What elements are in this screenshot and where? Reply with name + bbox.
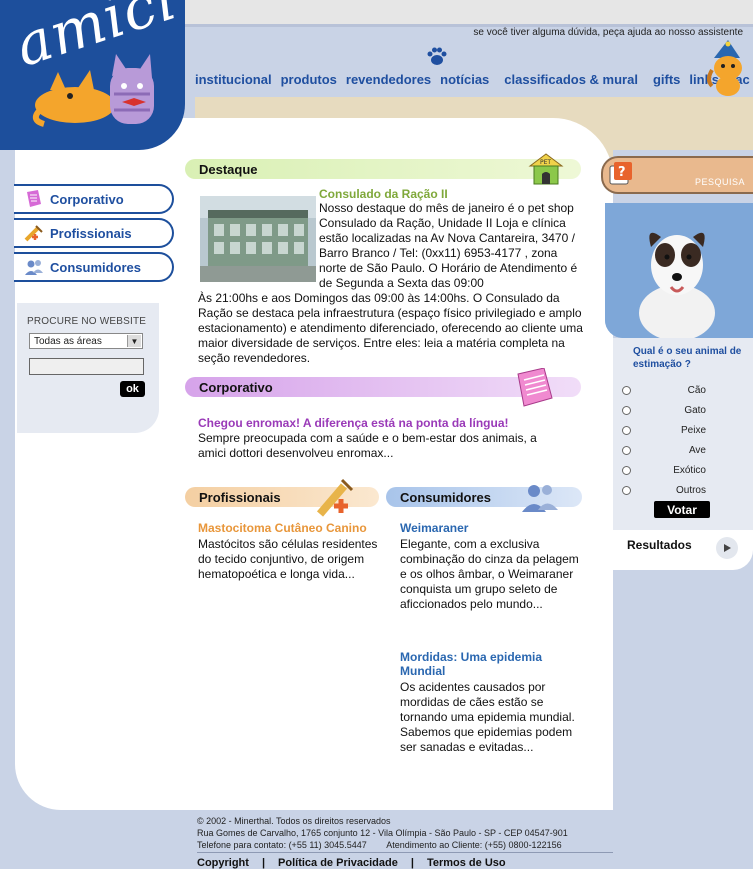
sidebar-item-label: Corporativo <box>50 191 124 207</box>
consulado-racao-photo <box>200 196 316 282</box>
search-ok-button[interactable]: ok <box>120 381 145 397</box>
nav-institucional[interactable]: institucional <box>195 72 272 87</box>
consumidores-text-weimaraner: Elegante, com a exclusiva combinação do … <box>400 537 579 611</box>
footer-links: Copyright | Política de Privacidade | Te… <box>197 857 506 869</box>
footer-address: Rua Gomes de Carvalho, 1765 conjunto 12 … <box>197 828 568 838</box>
nav-revendedores[interactable]: revendedores <box>346 72 431 87</box>
dog-photo <box>605 203 753 338</box>
poll-option-peixe[interactable]: Peixe <box>622 423 706 437</box>
destaque-header: Destaque <box>185 159 581 179</box>
chevron-down-icon: ▼ <box>127 335 141 347</box>
footer-separator: | <box>410 857 414 869</box>
area-select-value: Todas as áreas <box>34 335 102 347</box>
poll-radio[interactable] <box>622 445 631 455</box>
consumidores-header-label: Consumidores <box>400 489 492 505</box>
consumidores-article-title-weimaraner[interactable]: Weimaraner <box>400 521 468 535</box>
pet-shop-icon: PET <box>528 153 564 185</box>
footer-link-termos[interactable]: Termos de Uso <box>427 857 506 869</box>
poll-option-cao[interactable]: Cão <box>622 383 706 397</box>
assistant-dog-icon[interactable] <box>706 40 750 98</box>
sidebar-item-label: Profissionais <box>50 225 132 241</box>
footer-phone: Telefone para contato: (+55 11) 3045.544… <box>197 840 562 850</box>
poll-option-label: Exótico <box>673 464 706 476</box>
footer-divider <box>197 852 613 853</box>
poll-option-label: Peixe <box>680 424 706 436</box>
footer-link-privacidade[interactable]: Política de Privacidade <box>278 857 398 869</box>
main-nav: institucional produtos revendedores notí… <box>195 72 753 87</box>
document-icon <box>517 368 553 407</box>
poll-option-label: Outros <box>675 484 706 496</box>
footer-separator: | <box>261 857 266 869</box>
assistant-help-text: se você tiver alguma dúvida, peça ajuda … <box>473 27 743 38</box>
vote-button[interactable]: Votar <box>654 501 710 518</box>
svg-text:PET: PET <box>540 159 551 166</box>
poll-option-label: Ave <box>688 444 706 456</box>
profissionais-header-label: Profissionais <box>199 489 281 505</box>
people-icon <box>25 260 43 275</box>
nav-produtos[interactable]: produtos <box>281 72 337 87</box>
nav-classificados-mural[interactable]: classificados & mural <box>504 72 638 87</box>
syringe-icon <box>316 478 354 517</box>
poll-question: Qual é o seu animal de estimação ? <box>633 346 742 370</box>
corporativo-article-title[interactable]: Chegou enromax! A diferença está na pont… <box>198 416 509 430</box>
destaque-text: Nosso destaque do mês de janeiro é o pet… <box>319 201 578 290</box>
destaque-header-label: Destaque <box>199 161 258 177</box>
sidebar-item-profissionais[interactable]: Profissionais <box>14 218 174 248</box>
area-select[interactable]: Todas as áreas ▼ <box>29 333 143 349</box>
pesquisa-label: PESQUISA <box>695 177 746 187</box>
search-input[interactable] <box>29 358 144 375</box>
corporativo-text: Sempre preocupada com a saúde e o bem-es… <box>198 431 537 460</box>
poll-radio[interactable] <box>622 425 631 435</box>
destaque-text-continued: Às 21:00hs e aos Domingos das 09:00 às 1… <box>198 291 583 365</box>
people-icon <box>522 485 558 512</box>
corporativo-header-label: Corporativo <box>199 379 273 395</box>
poll-option-outros[interactable]: Outros <box>622 483 706 497</box>
syringe-icon <box>24 225 43 242</box>
footer-link-copyright[interactable]: Copyright <box>197 857 249 869</box>
poll-radio[interactable] <box>622 485 631 495</box>
top-strip <box>185 0 753 27</box>
poll-radio[interactable] <box>622 405 631 415</box>
destaque-article-title[interactable]: Consulado da Ração II <box>319 187 448 201</box>
consumidores-text-mordidas: Os acidentes causados por mordidas de cã… <box>400 680 575 754</box>
play-arrow-icon[interactable] <box>716 537 738 559</box>
poll-option-label: Cão <box>687 384 706 396</box>
sidebar-item-corporativo[interactable]: Corporativo <box>14 184 174 214</box>
question-icon: ? <box>609 162 632 185</box>
footer-copyright: © 2002 - Minerthal. Todos os direitos re… <box>197 816 391 826</box>
profissionais-text: Mastócitos são células residentes do tec… <box>198 537 378 581</box>
results-link[interactable]: Resultados <box>627 538 692 552</box>
poll-option-label: Gato <box>684 404 706 416</box>
nav-noticias[interactable]: notícias <box>440 72 489 87</box>
search-label: PROCURE NO WEBSITE <box>27 316 147 327</box>
paw-icon <box>427 47 447 65</box>
document-icon <box>27 190 41 207</box>
logo-area[interactable]: amici <box>0 0 185 150</box>
poll-option-ave[interactable]: Ave <box>622 443 706 457</box>
sidebar-item-label: Consumidores <box>50 259 142 275</box>
nav-gifts[interactable]: gifts <box>653 72 680 87</box>
poll-radio[interactable] <box>622 465 631 475</box>
poll-radio[interactable] <box>622 385 631 395</box>
sidebar-item-consumidores[interactable]: Consumidores <box>14 252 174 282</box>
svg-text:?: ? <box>618 165 626 180</box>
poll-option-exotico[interactable]: Exótico <box>622 463 706 477</box>
profissionais-article-title[interactable]: Mastocitoma Cutâneo Canino <box>198 521 367 535</box>
consumidores-article-title-mordidas[interactable]: Mordidas: Uma epidemia Mundial <box>400 650 580 678</box>
poll-option-gato[interactable]: Gato <box>622 403 706 417</box>
